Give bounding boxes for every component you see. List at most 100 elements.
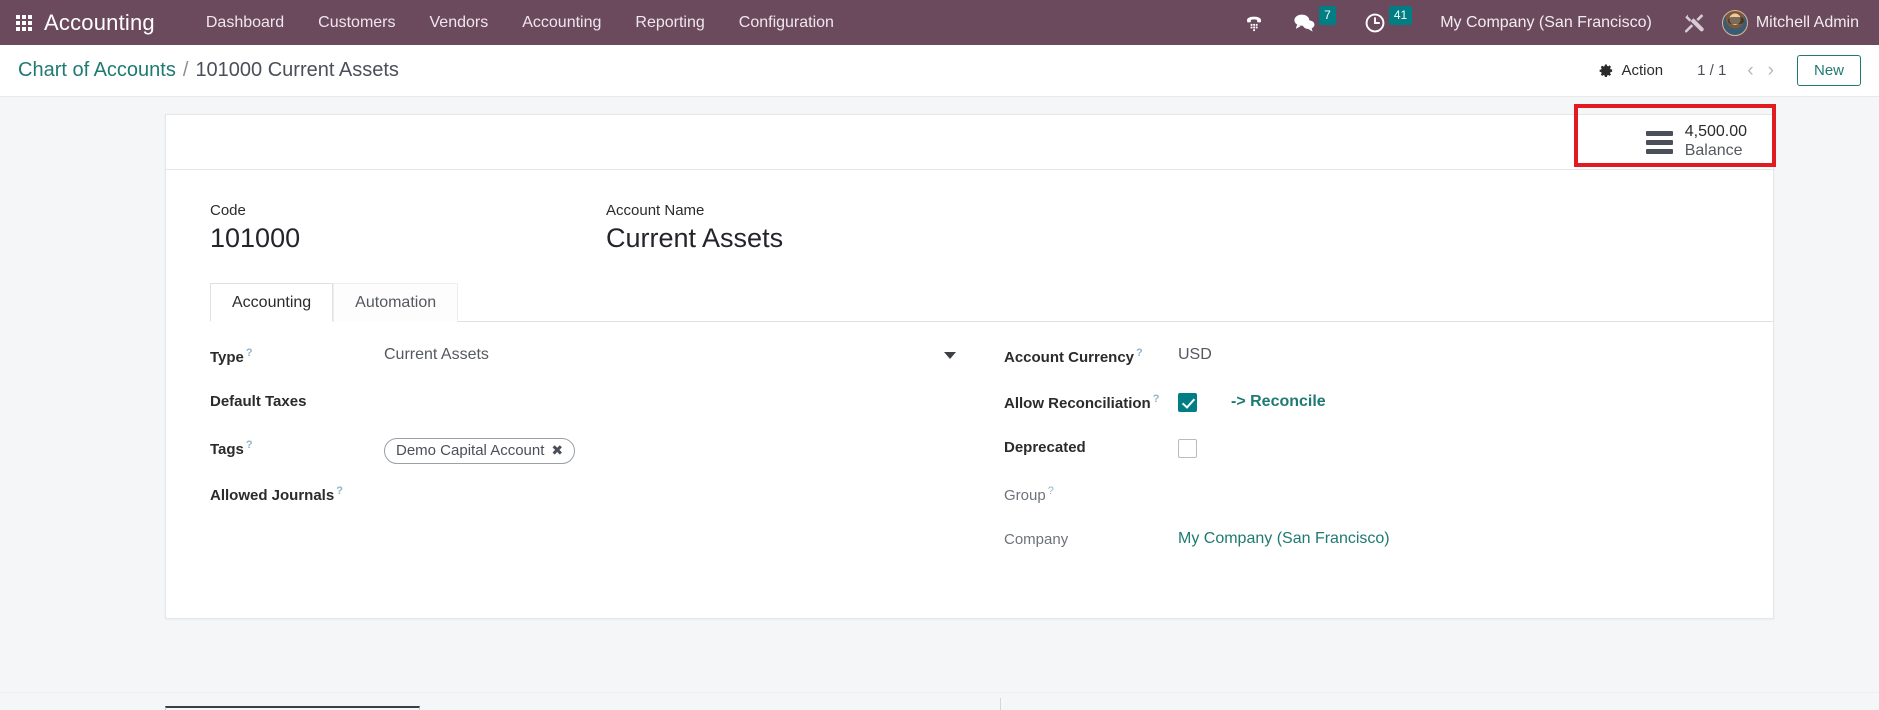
group-input[interactable] — [1178, 482, 1610, 484]
avatar[interactable] — [1721, 9, 1748, 36]
company-label: Company — [1004, 531, 1069, 549]
pager-next-icon[interactable]: › — [1761, 60, 1781, 82]
deprecated-checkbox[interactable] — [1178, 439, 1197, 459]
field-row-group: Group? — [1004, 482, 1610, 528]
type-label: Type? — [210, 344, 384, 366]
balance-stat-text: 4,500.00 Balance — [1685, 123, 1747, 161]
allow-reconciliation-value: -> Reconcile — [1178, 390, 1610, 413]
tags-input[interactable]: Demo Capital Account ✖ — [384, 436, 970, 465]
breadcrumb-separator: / — [182, 59, 189, 81]
deprecated-label: Deprecated — [1004, 439, 1086, 457]
top-navbar: Accounting Dashboard Customers Vendors A… — [0, 0, 1879, 45]
field-column-left: Type? Current Assets Default Taxes Tags … — [210, 344, 970, 574]
field-column-right: Account Currency? USD Allow Reconciliati… — [970, 344, 1610, 574]
group-label: Group? — [1004, 482, 1178, 504]
chat-bubble-icon — [1294, 14, 1315, 32]
allowed-journals-help-icon[interactable]: ? — [336, 485, 343, 497]
account-name-label: Account Name — [606, 202, 705, 219]
apps-grid-icon[interactable] — [16, 14, 32, 31]
notebook-tabs: Accounting Automation — [210, 282, 1773, 323]
clock-icon — [1365, 13, 1385, 32]
code-label: Code — [210, 202, 246, 219]
type-help-icon[interactable]: ? — [246, 347, 253, 359]
record-pager[interactable]: 1 / 1 — [1673, 62, 1740, 79]
type-select[interactable]: Current Assets — [384, 344, 970, 364]
account-name-input[interactable]: Current Assets — [606, 223, 783, 254]
balance-label: Balance — [1684, 142, 1743, 159]
new-button[interactable]: New — [1796, 55, 1861, 86]
action-label: Action — [1621, 62, 1664, 79]
activities-menu[interactable]: 41 — [1350, 0, 1426, 45]
group-help-icon[interactable]: ? — [1048, 485, 1054, 497]
chatter-partial-element — [165, 706, 420, 710]
messages-count-badge: 7 — [1319, 6, 1336, 25]
balance-value: 4,500.00 — [1684, 123, 1747, 141]
balance-stat-button[interactable]: 4,500.00 Balance — [1574, 104, 1776, 167]
menu-reporting[interactable]: Reporting — [618, 0, 721, 45]
wrench-screwdriver-icon — [1684, 13, 1704, 33]
account-currency-label: Account Currency? — [1004, 344, 1178, 366]
type-label-text: Type — [210, 349, 244, 367]
field-row-allowed-journals: Allowed Journals? — [210, 482, 970, 528]
tab-accounting[interactable]: Accounting — [210, 283, 334, 323]
messages-menu[interactable]: 7 — [1279, 0, 1350, 45]
company-value[interactable]: My Company (San Francisco) — [1178, 528, 1610, 548]
tag-chip[interactable]: Demo Capital Account ✖ — [384, 438, 576, 465]
systray: 7 41 My Company (San Francisco) Mitchell… — [1229, 0, 1863, 45]
reconcile-link[interactable]: -> Reconcile — [1231, 393, 1326, 411]
menu-customers[interactable]: Customers — [301, 0, 412, 45]
allowed-journals-label-text: Allowed Journals — [210, 487, 335, 505]
menu-dashboard[interactable]: Dashboard — [189, 0, 301, 45]
account-name-field-group: Account Name Current Assets — [606, 202, 783, 254]
code-input[interactable]: 101000 — [210, 223, 606, 254]
developer-tools-menu[interactable] — [1666, 11, 1722, 35]
field-row-default-taxes: Default Taxes — [210, 390, 970, 436]
field-row-type: Type? Current Assets — [210, 344, 970, 390]
group-label-text: Group — [1004, 487, 1046, 505]
deprecated-value — [1178, 436, 1610, 462]
field-row-deprecated: Deprecated — [1004, 436, 1610, 482]
sheet-wrapper: 4,500.00 Balance Code 101000 Account Nam… — [0, 104, 1879, 619]
breadcrumb: Chart of Accounts / 101000 Current Asset… — [18, 59, 399, 82]
app-brand-accounting[interactable]: Accounting — [44, 10, 155, 36]
tab-automation[interactable]: Automation — [333, 283, 459, 323]
menu-configuration[interactable]: Configuration — [722, 0, 851, 45]
type-value: Current Assets — [384, 346, 489, 364]
tags-label: Tags? — [210, 436, 384, 458]
chevron-down-icon[interactable] — [944, 351, 956, 359]
account-currency-help-icon[interactable]: ? — [1136, 347, 1143, 359]
code-field-group: Code 101000 — [210, 202, 606, 254]
field-row-allow-reconciliation: Allow Reconciliation? -> Reconcile — [1004, 390, 1610, 436]
default-taxes-label: Default Taxes — [210, 393, 307, 411]
default-taxes-input[interactable] — [384, 390, 970, 392]
account-currency-input[interactable]: USD — [1178, 344, 1610, 364]
chatter-partial-divider — [1000, 698, 1001, 710]
title-block: Code 101000 Account Name Current Assets — [166, 170, 1773, 254]
field-row-account-currency: Account Currency? USD — [1004, 344, 1610, 390]
field-grid: Type? Current Assets Default Taxes Tags … — [166, 322, 1773, 574]
field-row-tags: Tags? Demo Capital Account ✖ — [210, 436, 970, 482]
user-menu[interactable]: Mitchell Admin — [1756, 14, 1863, 32]
account-currency-label-text: Account Currency — [1004, 349, 1135, 367]
breadcrumb-current-record: 101000 Current Assets — [195, 59, 399, 81]
remove-tag-icon[interactable]: ✖ — [551, 442, 563, 459]
control-panel: Chart of Accounts / 101000 Current Asset… — [0, 45, 1879, 97]
bars-list-icon — [1645, 130, 1673, 154]
phone-dialpad-icon[interactable] — [1229, 0, 1279, 45]
company-switcher[interactable]: My Company (San Francisco) — [1426, 14, 1666, 32]
allowed-journals-input[interactable] — [384, 482, 970, 484]
allow-reconciliation-checkbox[interactable] — [1178, 393, 1197, 413]
allow-reconciliation-label-text: Allow Reconciliation — [1004, 395, 1151, 413]
action-menu-button[interactable]: Action — [1589, 57, 1673, 84]
menu-accounting[interactable]: Accounting — [505, 0, 618, 45]
chatter-partial-strip — [0, 692, 1879, 710]
tags-help-icon[interactable]: ? — [246, 439, 253, 451]
allow-reconciliation-help-icon[interactable]: ? — [1153, 393, 1160, 405]
menu-vendors[interactable]: Vendors — [413, 0, 506, 45]
allow-reconciliation-label: Allow Reconciliation? — [1004, 390, 1178, 412]
breadcrumb-chart-of-accounts[interactable]: Chart of Accounts — [18, 59, 176, 82]
stat-button-bar: 4,500.00 Balance — [166, 104, 1776, 170]
tag-label: Demo Capital Account — [396, 442, 545, 460]
pager-previous-icon[interactable]: ‹ — [1740, 60, 1760, 82]
control-panel-actions: Action 1 / 1 ‹ › New — [1589, 55, 1861, 86]
